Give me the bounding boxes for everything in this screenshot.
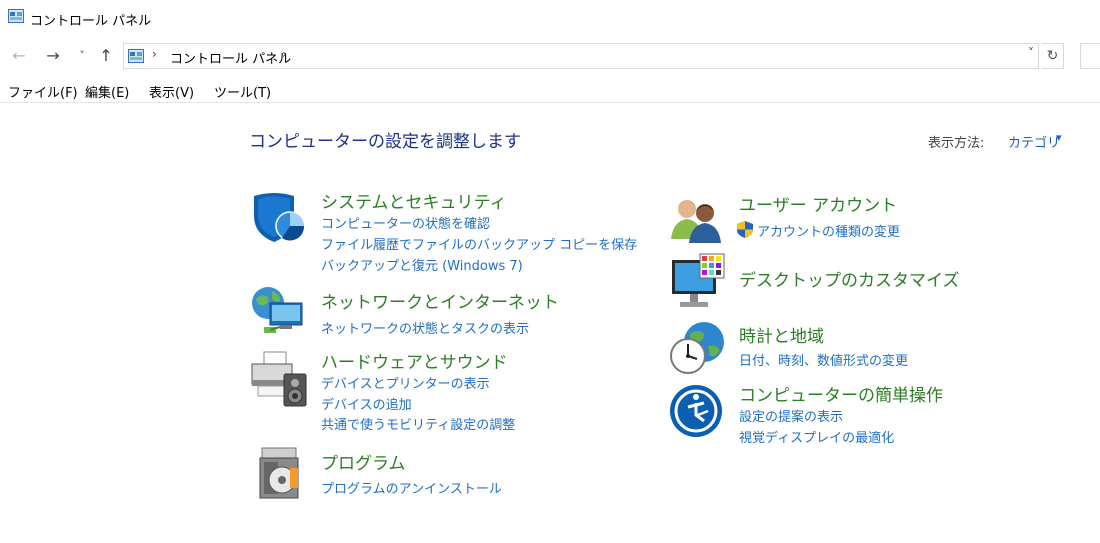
back-button[interactable]: ← <box>10 46 28 66</box>
up-button[interactable]: ↑ <box>97 46 115 66</box>
programs-disc-icon[interactable] <box>258 446 302 500</box>
chevron-down-icon[interactable]: ▾ <box>1056 131 1062 144</box>
control-panel-icon <box>8 9 24 23</box>
link-mobility-settings[interactable]: 共通で使うモビリティ設定の調整 <box>321 414 515 433</box>
forward-button[interactable]: → <box>44 46 62 66</box>
category-appearance-title[interactable]: デスクトップのカスタマイズ <box>739 266 960 291</box>
monitor-palette-icon[interactable] <box>670 252 726 310</box>
uac-shield-icon <box>737 221 753 238</box>
menu-view[interactable]: 表示(V) <box>149 82 194 101</box>
link-devices-printers[interactable]: デバイスとプリンターの表示 <box>321 373 490 392</box>
menu-tools[interactable]: ツール(T) <box>214 82 271 101</box>
printer-speaker-icon[interactable] <box>250 350 308 408</box>
link-network-status-tasks[interactable]: ネットワークの状態とタスクの表示 <box>321 318 529 337</box>
control-panel-icon <box>128 49 144 63</box>
view-by-dropdown[interactable]: カテゴリ <box>1008 132 1060 151</box>
link-change-date-time-format[interactable]: 日付、時刻、数値形式の変更 <box>739 350 908 369</box>
search-input[interactable] <box>1080 43 1100 69</box>
category-programs-title[interactable]: プログラム <box>321 449 406 474</box>
category-ease-of-access-title[interactable]: コンピューターの簡単操作 <box>739 381 943 406</box>
recent-locations-button[interactable]: ˅ <box>75 46 89 66</box>
refresh-button[interactable]: ↻ <box>1042 43 1064 69</box>
link-file-history-backup[interactable]: ファイル履歴でファイルのバックアップ コピーを保存 <box>321 234 637 253</box>
link-uninstall-program[interactable]: プログラムのアンインストール <box>321 478 502 497</box>
breadcrumb-separator[interactable]: › <box>152 47 157 61</box>
category-system-security-title[interactable]: システムとセキュリティ <box>321 188 506 213</box>
title-bar: コントロール パネル <box>0 0 1100 36</box>
shield-icon[interactable] <box>250 190 306 244</box>
link-check-computer-status[interactable]: コンピューターの状態を確認 <box>321 213 490 232</box>
breadcrumb-separator[interactable]: › <box>282 47 287 61</box>
menu-edit[interactable]: 編集(E) <box>85 82 129 101</box>
clock-globe-icon[interactable] <box>668 320 726 376</box>
link-change-account-type[interactable]: アカウントの種類の変更 <box>757 221 900 240</box>
link-backup-restore[interactable]: バックアップと復元 (Windows 7) <box>321 255 523 274</box>
breadcrumb-control-panel[interactable]: コントロール パネル <box>170 48 291 67</box>
category-network-internet-title[interactable]: ネットワークとインターネット <box>321 288 559 313</box>
category-hardware-sound-title[interactable]: ハードウェアとサウンド <box>321 348 508 373</box>
address-bar[interactable]: › コントロール パネル › ˅ <box>123 43 1039 69</box>
network-globe-icon[interactable] <box>250 285 308 337</box>
address-dropdown-icon[interactable]: ˅ <box>1028 46 1034 60</box>
category-clock-region-title[interactable]: 時計と地域 <box>739 322 824 347</box>
page-title: コンピューターの設定を調整します <box>249 132 521 152</box>
ease-of-access-icon[interactable] <box>668 383 724 439</box>
link-optimize-visual-display[interactable]: 視覚ディスプレイの最適化 <box>739 427 894 446</box>
window-title: コントロール パネル <box>30 14 152 29</box>
link-suggested-settings[interactable]: 設定の提案の表示 <box>739 406 843 425</box>
menu-bar: ファイル(F) 編集(E) 表示(V) ツール(T) <box>0 78 1100 103</box>
view-by-label: 表示方法: <box>928 136 985 151</box>
link-add-device[interactable]: デバイスの追加 <box>321 394 412 413</box>
category-user-accounts-title[interactable]: ユーザー アカウント <box>739 191 897 216</box>
users-icon[interactable] <box>669 195 723 243</box>
menu-file[interactable]: ファイル(F) <box>8 82 78 101</box>
